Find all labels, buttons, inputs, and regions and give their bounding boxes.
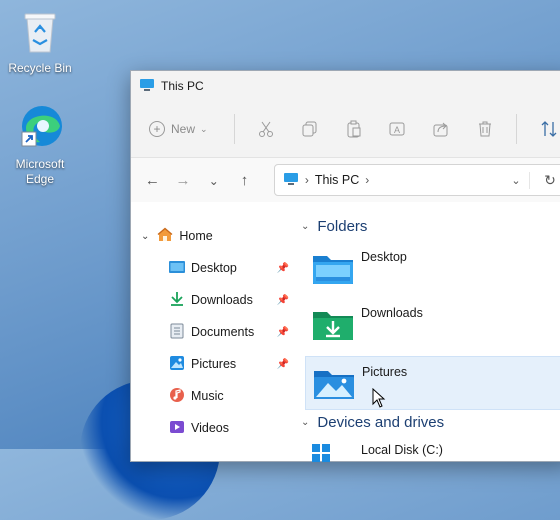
forward-button[interactable]: →	[168, 172, 199, 189]
folders-section-header[interactable]: ⌄ Folders	[301, 218, 367, 235]
desktop-folder-icon	[311, 250, 355, 291]
sidebar-item-label: Music	[191, 389, 224, 403]
navigation-row: ← → ⌄ ↑ › This PC › ⌄ ↻	[131, 157, 560, 202]
cut-button[interactable]	[245, 114, 289, 144]
desktop-icon-label: Microsoft Edge	[15, 157, 65, 186]
arrow-left-icon: ←	[144, 171, 160, 189]
window-title: This PC	[161, 79, 204, 93]
title-bar[interactable]: This PC	[131, 71, 560, 101]
file-explorer-window: This PC + New ⌄ A ← → ⌄ ↑ › This PC › ⌄ …	[130, 70, 560, 462]
sidebar-item-label: Desktop	[191, 261, 237, 275]
refresh-icon: ↻	[544, 171, 556, 188]
svg-text:A: A	[394, 125, 400, 135]
sidebar-item-home[interactable]: ⌄ Home	[131, 224, 293, 248]
cut-icon	[259, 121, 274, 137]
this-pc-icon	[139, 78, 155, 95]
desktop-folder-icon	[169, 260, 185, 277]
breadcrumb-chevron-icon[interactable]: ›	[305, 173, 309, 187]
pin-icon[interactable]: 📌	[277, 327, 289, 338]
desktop-icon-recycle-bin[interactable]: Recycle Bin	[2, 10, 78, 76]
arrow-up-icon: ↑	[240, 171, 249, 189]
sidebar-item-label: Videos	[191, 421, 229, 435]
divider	[233, 114, 235, 144]
paste-button[interactable]	[332, 114, 376, 144]
divider	[516, 114, 518, 144]
chevron-down-icon: ⌄	[200, 123, 208, 134]
rename-button[interactable]: A	[375, 114, 419, 144]
music-icon	[169, 387, 185, 406]
drive-tile-local-disk-c[interactable]: Local Disk (C:)	[305, 438, 559, 464]
recent-locations-button[interactable]: ⌄	[198, 172, 229, 189]
pictures-icon	[169, 355, 185, 374]
sidebar-item-music[interactable]: Music	[131, 384, 293, 408]
folder-name: Pictures	[362, 365, 408, 379]
downloads-folder-icon	[311, 306, 355, 347]
plus-icon: +	[149, 121, 165, 137]
windows-drive-icon	[311, 443, 331, 468]
sidebar-item-label: Home	[179, 229, 213, 243]
sidebar-item-label: Pictures	[191, 357, 237, 371]
folder-name: Downloads	[361, 306, 423, 320]
up-button[interactable]: ↑	[229, 172, 260, 189]
this-pc-icon	[283, 172, 299, 189]
share-button[interactable]	[419, 114, 463, 144]
sidebar-item-label: Downloads	[191, 293, 253, 307]
recycle-bin-icon	[2, 10, 78, 58]
drive-name: Local Disk (C:)	[361, 443, 443, 457]
folder-tile-pictures[interactable]: Pictures	[305, 356, 560, 410]
folder-name: Desktop	[361, 250, 407, 264]
copy-icon	[302, 121, 317, 137]
breadcrumb-chevron-icon[interactable]: ›	[365, 173, 369, 187]
delete-icon	[478, 121, 491, 137]
content-pane: ⌄ Folders Desktop Downloads Pictures ⌄ D…	[301, 202, 560, 464]
paste-icon	[347, 120, 361, 138]
sidebar-item-label: Documents	[191, 325, 255, 339]
videos-icon	[169, 419, 185, 438]
section-title: Devices and drives	[317, 414, 445, 431]
section-title: Folders	[317, 218, 368, 235]
share-icon	[433, 122, 448, 137]
mouse-cursor-icon	[372, 387, 386, 413]
back-button[interactable]: ←	[137, 172, 168, 189]
address-dropdown-button[interactable]: ⌄	[503, 174, 529, 187]
documents-icon	[169, 323, 185, 342]
command-bar: + New ⌄ A	[131, 101, 560, 157]
copy-button[interactable]	[288, 114, 332, 144]
sidebar-item-desktop[interactable]: Desktop 📌	[131, 256, 293, 280]
desktop-icon-edge[interactable]: Microsoft Edge	[2, 104, 78, 187]
sort-button[interactable]	[527, 114, 560, 144]
pin-icon[interactable]: 📌	[277, 359, 289, 370]
devices-section-header[interactable]: ⌄ Devices and drives	[301, 414, 444, 431]
sort-icon	[541, 121, 557, 137]
sidebar-item-documents[interactable]: Documents 📌	[131, 320, 293, 344]
delete-button[interactable]	[463, 114, 507, 144]
folder-tile-downloads[interactable]: Downloads	[305, 298, 559, 350]
address-bar[interactable]: › This PC › ⌄ ↻	[273, 164, 560, 196]
chevron-down-icon: ⌄	[141, 230, 150, 242]
edge-icon	[16, 104, 64, 154]
breadcrumb-this-pc[interactable]: This PC	[315, 173, 359, 187]
arrow-right-icon: →	[175, 171, 191, 189]
home-icon	[157, 227, 173, 245]
pictures-folder-icon	[312, 365, 356, 406]
sidebar-item-pictures[interactable]: Pictures 📌	[131, 352, 293, 376]
chevron-down-icon: ⌄	[301, 221, 310, 232]
desktop-icon-label: Recycle Bin	[8, 61, 72, 75]
refresh-button[interactable]: ↻	[529, 171, 560, 189]
folder-tile-desktop[interactable]: Desktop	[305, 242, 559, 294]
new-button[interactable]: + New ⌄	[149, 121, 208, 137]
chevron-down-icon: ⌄	[208, 173, 219, 188]
explorer-body: ⌄ Home Desktop 📌 Downloads 📌 Documents 📌…	[131, 202, 560, 464]
rename-icon: A	[389, 122, 405, 136]
new-label: New	[171, 122, 196, 136]
chevron-down-icon: ⌄	[301, 417, 310, 428]
navigation-pane: ⌄ Home Desktop 📌 Downloads 📌 Documents 📌…	[131, 202, 293, 461]
pin-icon[interactable]: 📌	[277, 263, 289, 274]
pin-icon[interactable]: 📌	[277, 295, 289, 306]
sidebar-item-downloads[interactable]: Downloads 📌	[131, 288, 293, 312]
download-icon	[169, 291, 185, 310]
sidebar-item-videos[interactable]: Videos	[131, 416, 293, 440]
